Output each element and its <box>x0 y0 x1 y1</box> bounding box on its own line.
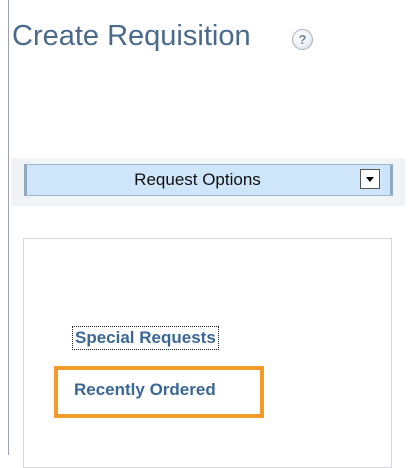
dropdown-triangle <box>366 177 374 182</box>
request-options-bar[interactable]: Request Options <box>24 164 393 196</box>
help-icon[interactable]: ? <box>292 29 313 50</box>
special-requests-link[interactable]: Special Requests <box>72 326 219 350</box>
dropdown-arrow-icon[interactable] <box>360 169 380 189</box>
recently-ordered-link[interactable]: Recently Ordered <box>74 378 216 402</box>
request-options-label: Request Options <box>134 170 261 189</box>
page-title: Create Requisition <box>12 20 251 52</box>
request-options-panel <box>23 238 392 468</box>
